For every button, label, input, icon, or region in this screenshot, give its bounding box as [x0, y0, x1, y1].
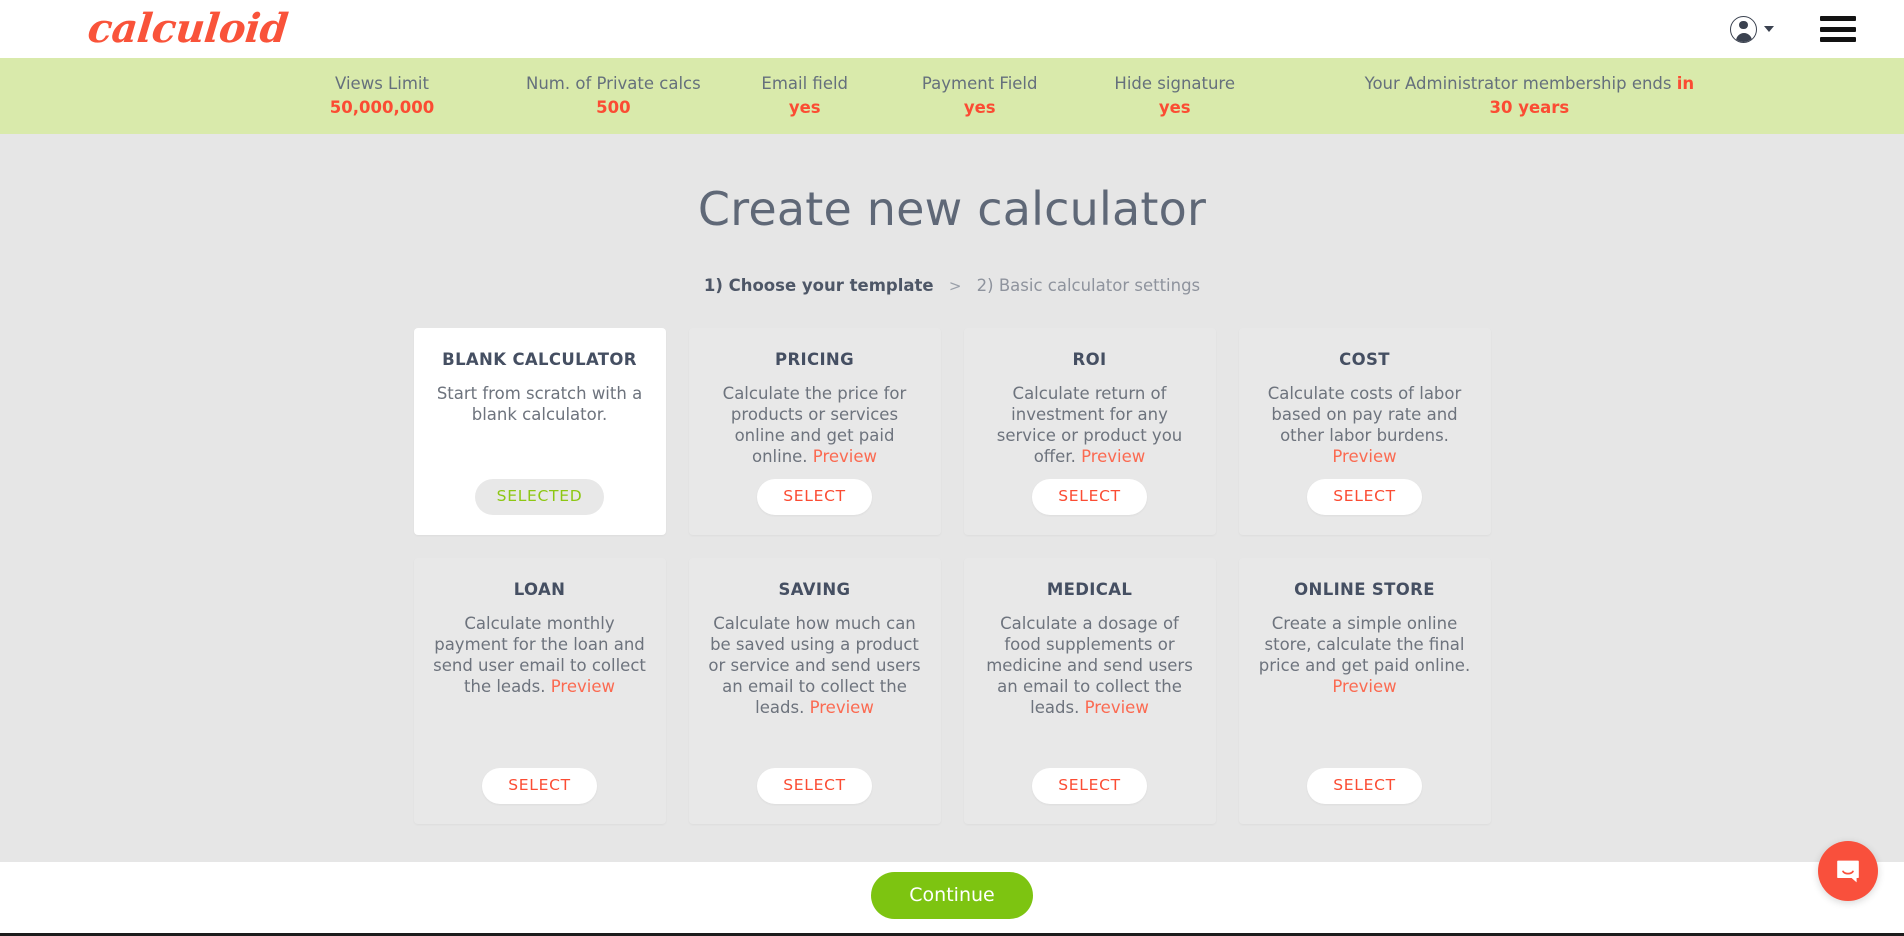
card-description-text: Create a simple online store, calculate …: [1258, 614, 1471, 676]
status-value: yes: [788, 98, 821, 117]
breadcrumb-step-1[interactable]: 1) Choose your template: [704, 276, 934, 295]
template-card-medical[interactable]: MEDICAL Calculate a dosage of food suppl…: [963, 557, 1216, 824]
select-button[interactable]: SELECT: [757, 768, 872, 804]
status-label: Hide signature: [1114, 73, 1236, 93]
card-action-area: SELECT: [981, 479, 1199, 515]
hamburger-menu-icon[interactable]: [1820, 16, 1856, 42]
status-item-membership: Your Administrator membership ends in 30…: [1275, 73, 1784, 120]
card-action-area: SELECT: [981, 768, 1199, 804]
select-button[interactable]: SELECT: [482, 768, 597, 804]
page-title: Create new calculator: [697, 182, 1207, 236]
preview-link[interactable]: Preview: [551, 677, 615, 696]
card-description: Calculate monthly payment for the loan a…: [431, 614, 649, 764]
preview-link[interactable]: Preview: [1081, 447, 1145, 466]
card-title: PRICING: [775, 349, 854, 369]
card-action-area: SELECT: [431, 768, 649, 804]
main-content: Create new calculator 1) Choose your tem…: [0, 134, 1904, 862]
template-card-cost[interactable]: COST Calculate costs of labor based on p…: [1238, 327, 1491, 535]
card-description: Calculate the price for products or serv…: [706, 384, 924, 475]
card-description-text: Calculate costs of labor based on pay ra…: [1267, 384, 1462, 446]
status-item-views-limit: Views Limit 50,000,000: [262, 73, 502, 120]
chevron-down-icon: [1764, 26, 1774, 32]
hamburger-bar: [1820, 26, 1856, 32]
status-label: Num. of Private calcs: [526, 73, 701, 93]
template-card-roi[interactable]: ROI Calculate return of investment for a…: [963, 327, 1216, 535]
template-card-blank-calculator[interactable]: BLANK CALCULATOR Start from scratch with…: [413, 327, 666, 535]
chat-bubble-icon[interactable]: [1818, 841, 1878, 901]
template-card-grid: BLANK CALCULATOR Start from scratch with…: [413, 327, 1491, 824]
card-description: Calculate how much can be saved using a …: [706, 614, 924, 764]
calculoid-logo[interactable]: calculoid: [86, 5, 290, 52]
user-avatar-icon: [1730, 15, 1757, 43]
breadcrumb-separator-icon: >: [948, 277, 962, 295]
site-header: calculoid: [0, 0, 1904, 58]
template-card-loan[interactable]: LOAN Calculate monthly payment for the l…: [413, 557, 666, 824]
card-action-area: SELECT: [1256, 479, 1474, 515]
preview-link[interactable]: Preview: [810, 698, 874, 717]
card-title: ONLINE STORE: [1294, 579, 1435, 599]
select-button[interactable]: SELECTED: [474, 479, 605, 515]
preview-link[interactable]: Preview: [1332, 447, 1396, 466]
card-title: BLANK CALCULATOR: [442, 349, 637, 369]
card-description: Calculate costs of labor based on pay ra…: [1256, 384, 1474, 475]
preview-link[interactable]: Preview: [1332, 677, 1396, 696]
card-title: LOAN: [513, 579, 566, 599]
preview-link[interactable]: Preview: [813, 447, 877, 466]
card-title: ROI: [1072, 349, 1107, 369]
card-title: MEDICAL: [1046, 579, 1133, 599]
account-status-bar: Views Limit 50,000,000 Num. of Private c…: [0, 58, 1904, 134]
status-item-email-field: Email field yes: [725, 73, 885, 120]
app-root: calculoid Views Limit 50,000,000 Num. of…: [0, 0, 1904, 936]
status-label: Email field: [761, 73, 849, 93]
hamburger-bar: [1820, 37, 1856, 42]
breadcrumb: 1) Choose your template > 2) Basic calcu…: [0, 276, 1904, 295]
membership-label-highlight: in: [1676, 73, 1695, 93]
select-button[interactable]: SELECT: [1032, 479, 1147, 515]
page-footer: Continue: [0, 862, 1904, 933]
card-description-text: Start from scratch with a blank calculat…: [436, 384, 643, 425]
select-button[interactable]: SELECT: [1307, 768, 1422, 804]
membership-label: Your Administrator membership ends in: [1299, 73, 1760, 95]
status-value: yes: [963, 98, 996, 117]
breadcrumb-step-2[interactable]: 2) Basic calculator settings: [977, 276, 1201, 295]
template-card-saving[interactable]: SAVING Calculate how much can be saved u…: [688, 557, 941, 824]
status-item-hide-signature: Hide signature yes: [1075, 73, 1275, 120]
preview-link[interactable]: Preview: [1085, 698, 1149, 717]
card-action-area: SELECTED: [431, 479, 649, 515]
membership-label-text: Your Administrator membership ends: [1364, 73, 1677, 93]
status-item-private-calcs: Num. of Private calcs 500: [502, 73, 725, 120]
card-description: Start from scratch with a blank calculat…: [431, 384, 649, 475]
status-value: yes: [1158, 98, 1191, 117]
user-menu[interactable]: [1730, 15, 1774, 43]
card-description: Calculate return of investment for any s…: [981, 384, 1199, 475]
card-action-area: SELECT: [706, 479, 924, 515]
header-actions: [1730, 15, 1856, 43]
membership-value: 30 years: [1489, 98, 1570, 117]
status-label: Views Limit: [335, 73, 429, 93]
continue-button[interactable]: Continue: [871, 872, 1033, 919]
template-card-pricing[interactable]: PRICING Calculate the price for products…: [688, 327, 941, 535]
status-value: 500: [596, 98, 631, 117]
select-button[interactable]: SELECT: [757, 479, 872, 515]
select-button[interactable]: SELECT: [1032, 768, 1147, 804]
status-item-payment-field: Payment Field yes: [885, 73, 1075, 120]
hamburger-bar: [1820, 16, 1856, 21]
status-label: Payment Field: [921, 73, 1038, 93]
status-value: 50,000,000: [329, 98, 435, 117]
card-action-area: SELECT: [706, 768, 924, 804]
card-title: SAVING: [778, 579, 851, 599]
select-button[interactable]: SELECT: [1307, 479, 1422, 515]
card-action-area: SELECT: [1256, 768, 1474, 804]
card-description: Calculate a dosage of food supplements o…: [981, 614, 1199, 764]
template-card-online-store[interactable]: ONLINE STORE Create a simple online stor…: [1238, 557, 1491, 824]
card-title: COST: [1339, 349, 1390, 369]
card-description: Create a simple online store, calculate …: [1256, 614, 1474, 764]
